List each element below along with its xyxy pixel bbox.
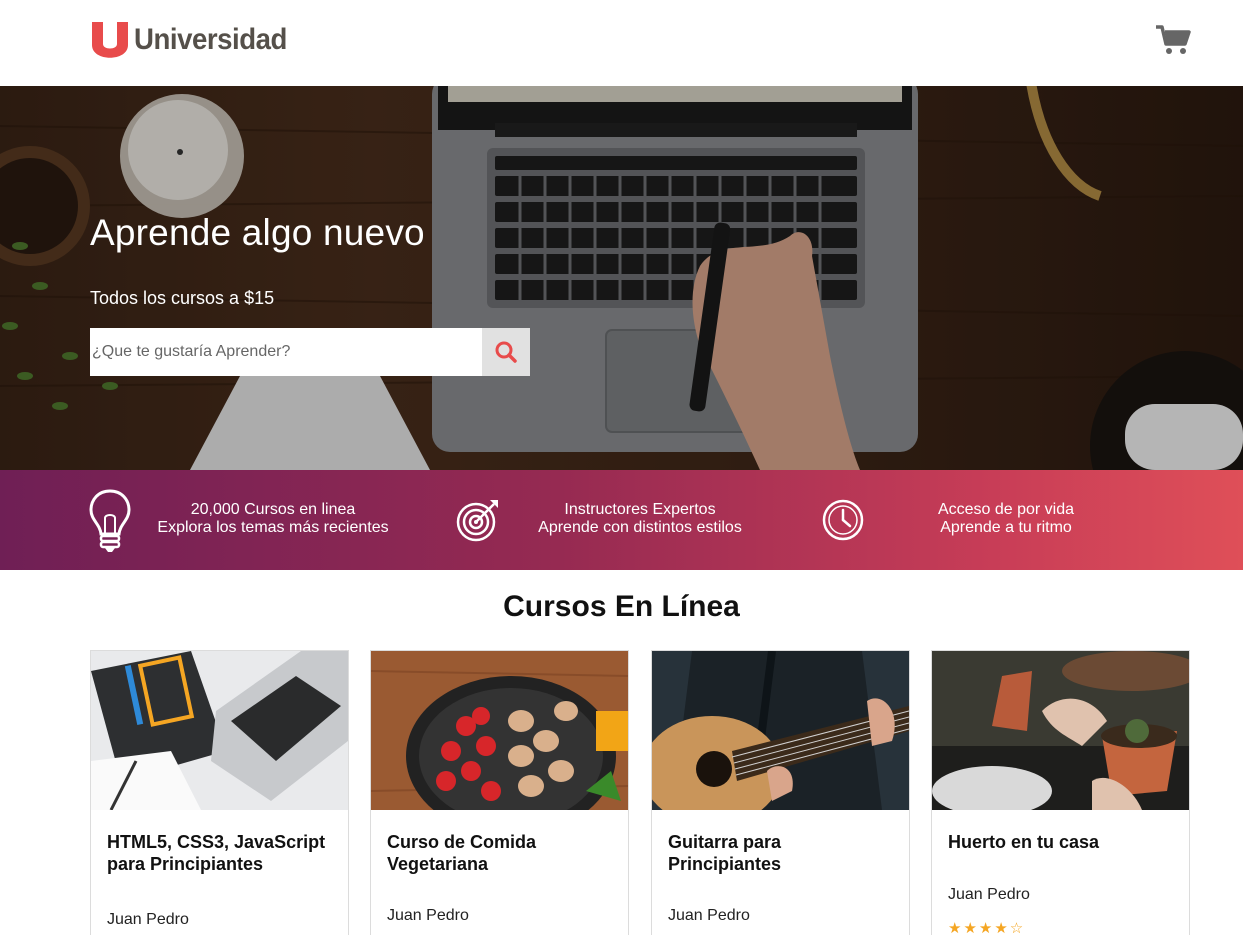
target-icon — [456, 500, 498, 542]
course-title[interactable]: HTML5, CSS3, JavaScript para Principiant… — [107, 831, 337, 875]
logo[interactable]: Universidad — [90, 20, 300, 60]
hero-banner: Aprende algo nuevo Todos los cursos a $1… — [0, 86, 1243, 470]
feature-access-line2: Aprende a tu ritmo — [940, 519, 1072, 536]
course-image-garden — [932, 651, 1189, 810]
search-icon — [495, 341, 517, 363]
feature-access: Acceso de por vida Aprende a tu ritmo — [876, 501, 1136, 537]
feature-courses: 20,000 Cursos en linea Explora los temas… — [143, 501, 403, 537]
site-header: Universidad — [0, 0, 1243, 86]
shopping-cart-icon[interactable] — [1155, 24, 1191, 56]
course-image-vegetarian — [371, 651, 628, 810]
course-card-html[interactable]: HTML5, CSS3, JavaScript para Principiant… — [90, 650, 349, 935]
course-card-garden[interactable]: Huerto en tu casa Juan Pedro ★★★★☆ — [931, 650, 1190, 935]
search-button[interactable] — [482, 328, 530, 376]
clock-icon — [822, 499, 864, 541]
feature-instructors-line1: Instructores Expertos — [564, 501, 716, 518]
logo-text: Universidad — [134, 23, 287, 56]
hero-overlay — [0, 86, 1243, 470]
course-author: Juan Pedro — [948, 886, 1030, 903]
course-card-vegetarian[interactable]: Curso de Comida Vegetariana Juan Pedro — [370, 650, 629, 935]
search-input[interactable] — [90, 328, 482, 376]
hero-title: Aprende algo nuevo — [90, 212, 425, 253]
courses-section-title: Cursos En Línea — [503, 590, 740, 623]
course-image-html — [91, 651, 348, 810]
course-image-guitar — [652, 651, 909, 810]
course-title[interactable]: Curso de Comida Vegetariana — [387, 831, 617, 875]
hero-subtitle: Todos los cursos a $15 — [90, 288, 275, 308]
search-bar — [90, 328, 530, 376]
feature-instructors: Instructores Expertos Aprende con distin… — [510, 501, 770, 537]
feature-courses-line2: Explora los temas más recientes — [157, 519, 389, 536]
features-band: 20,000 Cursos en linea Explora los temas… — [0, 470, 1243, 570]
course-title[interactable]: Guitarra para Principiantes — [668, 831, 898, 875]
feature-courses-line1: 20,000 Cursos en linea — [190, 501, 356, 518]
lightbulb-icon — [89, 489, 131, 552]
course-author: Juan Pedro — [668, 907, 750, 924]
logo-u-icon — [92, 22, 128, 58]
star-rating: ★★★★☆ — [948, 920, 1026, 935]
course-card-guitar[interactable]: Guitarra para Principiantes Juan Pedro — [651, 650, 910, 935]
feature-instructors-line2: Aprende con distintos estilos — [538, 519, 742, 536]
feature-access-line1: Acceso de por vida — [937, 501, 1075, 518]
course-author: Juan Pedro — [387, 907, 469, 924]
course-author: Juan Pedro — [107, 911, 189, 928]
course-title[interactable]: Huerto en tu casa — [948, 831, 1178, 853]
